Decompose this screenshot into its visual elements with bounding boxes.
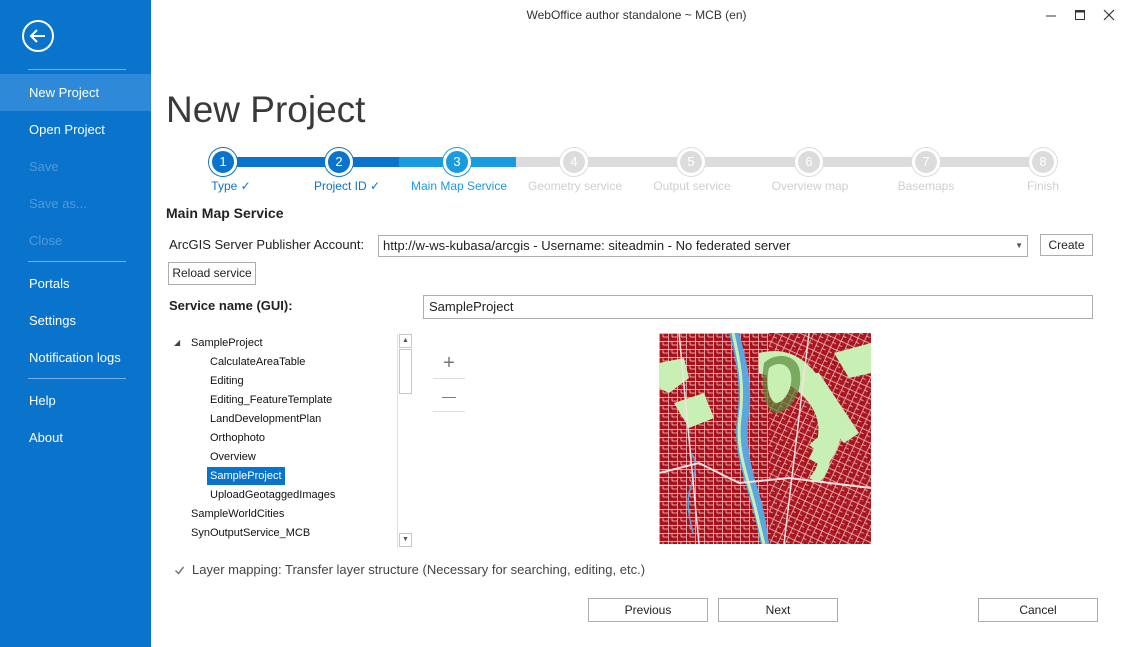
service-tree: ◢ SampleProject CalculateAreaTable Editi…	[168, 333, 413, 548]
tree-item[interactable]: SynOutputService_MCB	[191, 524, 310, 542]
step-1-circle: 1	[209, 148, 237, 176]
reload-service-button[interactable]: Reload service	[168, 262, 256, 285]
sidebar-item-open-project[interactable]: Open Project	[0, 111, 151, 148]
title-bar: WebOffice author standalone ~ MCB (en)	[151, 0, 1122, 30]
chevron-down-icon[interactable]: ▼	[1015, 236, 1023, 256]
step-3-label: Main Map Service	[410, 179, 508, 193]
service-name-input[interactable]: SampleProject	[423, 295, 1093, 319]
sidebar-item-about[interactable]: About	[0, 419, 151, 456]
sidebar-item-new-project[interactable]: New Project	[0, 74, 151, 111]
tree-item[interactable]: LandDevelopmentPlan	[210, 410, 321, 428]
tree-item[interactable]: SampleWorldCities	[191, 505, 284, 523]
publisher-account-value: http://w-ws-kubasa/arcgis - Username: si…	[383, 238, 791, 253]
sidebar-item-close: Close	[29, 233, 63, 248]
scroll-up-icon[interactable]: ▲	[399, 334, 412, 348]
create-button[interactable]: Create	[1040, 234, 1093, 256]
next-button[interactable]: Next	[718, 598, 838, 622]
tree-item[interactable]: CalculateAreaTable	[210, 353, 305, 371]
step-2-label: Project ID ✓	[313, 179, 381, 193]
zoom-out-button[interactable]: —	[433, 381, 465, 412]
step-1-label: Type ✓	[211, 179, 251, 193]
tree-item[interactable]: Overview	[210, 448, 256, 466]
step-6-label: Overview map	[771, 179, 849, 193]
service-name-label: Service name (GUI):	[169, 298, 293, 313]
maximize-icon[interactable]	[1070, 6, 1090, 24]
window-title: WebOffice author standalone ~ MCB (en)	[526, 8, 747, 22]
step-4-label: Geometry service	[527, 179, 623, 193]
page-title: New Project	[166, 89, 366, 130]
step-8-circle: 8	[1029, 148, 1057, 176]
step-6-circle: 6	[795, 148, 823, 176]
step-5-label: Output service	[653, 179, 731, 193]
tree-scrollbar[interactable]: ▲ ▼	[397, 334, 413, 548]
tree-item[interactable]: Editing_FeatureTemplate	[210, 391, 332, 409]
sidebar-item-portals[interactable]: Portals	[0, 265, 151, 302]
layer-mapping-label: Layer mapping: Transfer layer structure …	[192, 562, 646, 577]
sidebar-item-settings[interactable]: Settings	[0, 302, 151, 339]
tree-item[interactable]: SampleProject	[191, 334, 263, 352]
sidebar-divider	[28, 378, 126, 379]
step-3-circle: 3	[443, 148, 471, 176]
tree-item[interactable]: Orthophoto	[210, 429, 265, 447]
tree-item-selected[interactable]: SampleProject	[207, 467, 285, 485]
layer-mapping-checkbox[interactable]	[174, 563, 185, 575]
progress-track-pending	[516, 157, 1043, 167]
step-8-label: Finish	[1026, 179, 1060, 193]
collapse-triangle-icon[interactable]: ◢	[174, 334, 180, 352]
sidebar: New Project Open Project Save Save as...…	[0, 0, 151, 647]
scroll-thumb[interactable]	[399, 349, 412, 394]
sidebar-item-help[interactable]: Help	[0, 382, 151, 419]
step-7-label: Basemaps	[897, 179, 955, 193]
sidebar-item-save: Save	[29, 159, 59, 174]
tree-item[interactable]: UploadGeotaggedImages	[210, 486, 335, 504]
zoom-in-button[interactable]: +	[433, 348, 465, 379]
step-4-circle: 4	[560, 148, 588, 176]
section-title: Main Map Service	[166, 205, 284, 221]
sidebar-divider	[28, 261, 126, 262]
publisher-account-select[interactable]: http://w-ws-kubasa/arcgis - Username: si…	[378, 235, 1028, 257]
minimize-icon[interactable]	[1041, 6, 1061, 24]
tree-item[interactable]: Editing	[210, 372, 244, 390]
sidebar-divider	[28, 69, 126, 70]
map-preview[interactable]	[659, 333, 871, 544]
close-icon[interactable]	[1099, 6, 1119, 24]
sidebar-item-save-as: Save as...	[29, 196, 87, 211]
scroll-down-icon[interactable]: ▼	[399, 533, 412, 547]
cancel-button[interactable]: Cancel	[978, 598, 1098, 622]
step-5-circle: 5	[677, 148, 705, 176]
previous-button[interactable]: Previous	[588, 598, 708, 622]
step-7-circle: 7	[912, 148, 940, 176]
step-2-circle: 2	[325, 148, 353, 176]
back-arrow-icon[interactable]	[22, 20, 54, 52]
progress-track-done	[223, 157, 399, 167]
publisher-account-label: ArcGIS Server Publisher Account:	[169, 237, 365, 252]
sidebar-item-notification-logs[interactable]: Notification logs	[0, 339, 151, 376]
